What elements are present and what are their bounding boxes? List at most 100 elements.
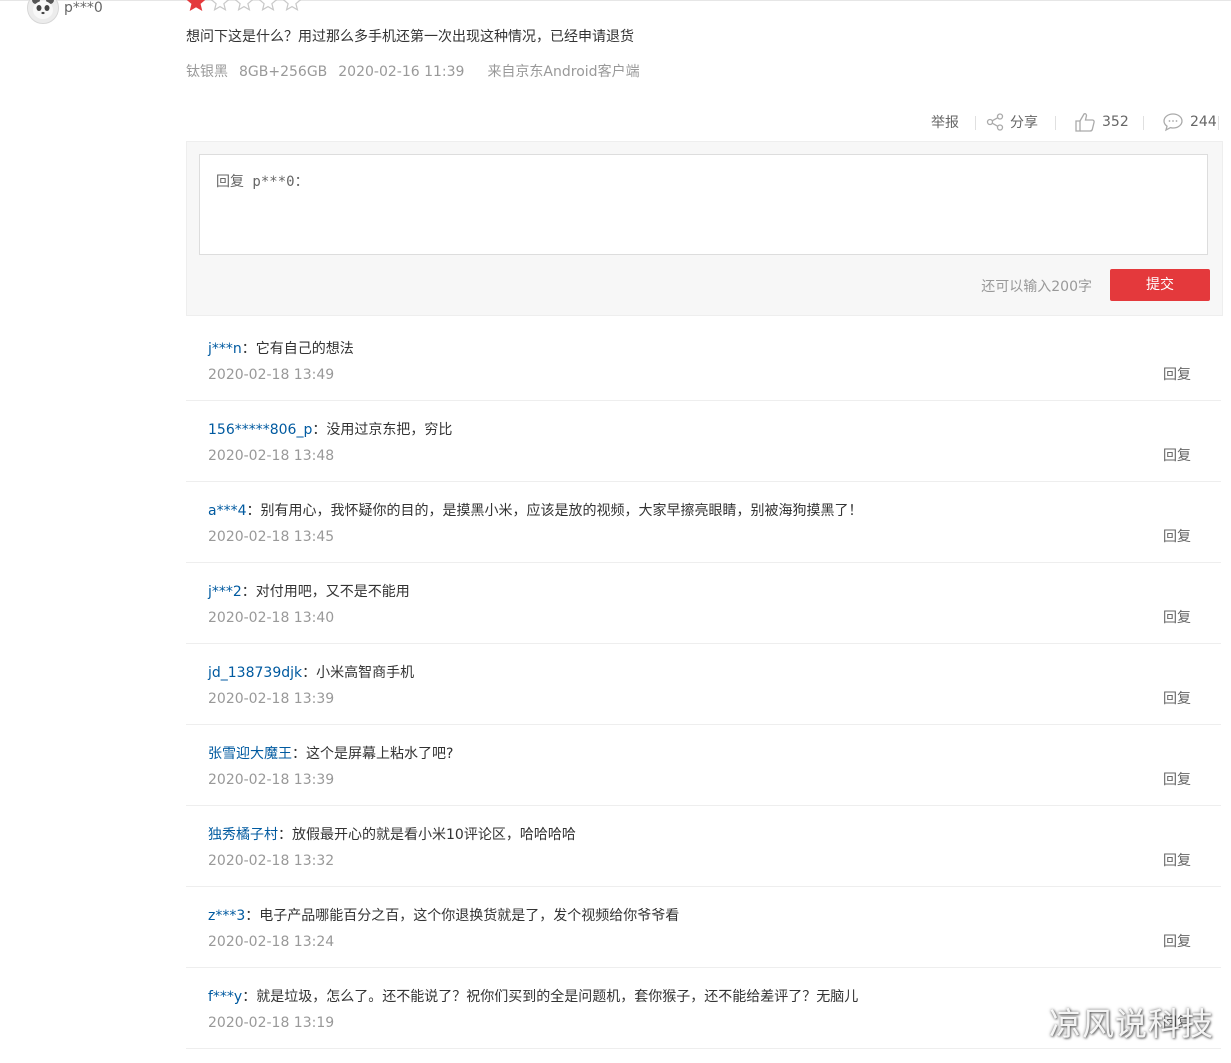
review-page: p***0 想问下这是什么？用过那么多手机还第一次出现这种情况，已经申请退货 钛…	[0, 0, 1231, 1063]
comment-reply-button[interactable]: 回复	[1163, 770, 1191, 790]
report-button[interactable]: 举报	[931, 108, 959, 136]
comment-row: 156*****806_p：没用过京东把，穷比 2020-02-18 13:48 回…	[186, 401, 1221, 482]
reply-panel: 回复 p***0： 还可以输入200字 提交	[186, 141, 1223, 316]
review-meta: 钛银黑 8GB+256GB 2020-02-16 11:39 来自京东Andro…	[186, 62, 651, 82]
comment-row: 张雪迎大魔王：这个是屏幕上粘水了吧? 2020-02-18 13:39 回复	[186, 725, 1221, 806]
comment-reply-button[interactable]: 回复	[1163, 851, 1191, 871]
colon-separator: ：	[278, 827, 292, 843]
comment-time: 2020-02-18 13:39	[208, 772, 335, 788]
comment-row: z***3：电子产品哪能百分之百，这个你退换货就是了，发个视频给你爷爷看 2020…	[186, 887, 1221, 968]
comment-row: 独秀橘子村：放假最开心的就是看小米10评论区，哈哈哈哈 2020-02-18 13…	[186, 806, 1221, 887]
comment-text: 这个是屏幕上粘水了吧?	[306, 746, 454, 762]
comment-reply-button[interactable]: 回复	[1163, 365, 1191, 385]
review-datetime: 2020-02-16 11:39	[338, 64, 465, 80]
reviewer-username: p***0	[64, 0, 103, 16]
comment-reply-button[interactable]: 回复	[1163, 446, 1191, 466]
comment-time: 2020-02-18 13:49	[208, 367, 335, 383]
colon-separator: ：	[241, 584, 256, 600]
comment-text: 电子产品哪能百分之百，这个你退换货就是了，发个视频给你爷爷看	[259, 908, 680, 924]
colon-separator: ：	[245, 908, 260, 924]
comment-button[interactable]: 244	[1162, 108, 1217, 136]
comment-username[interactable]: jd_138739djk	[208, 665, 302, 681]
star-empty-icon	[258, 0, 278, 12]
divider	[1055, 116, 1056, 130]
comment-text: 小米高智商手机	[316, 665, 415, 681]
like-button[interactable]: 352	[1074, 108, 1129, 136]
avatar[interactable]	[27, 0, 59, 24]
watermark: 凉风说科技	[1048, 1005, 1214, 1043]
comment-reply-button[interactable]: 回复	[1163, 689, 1191, 709]
share-label: 分享	[1010, 115, 1038, 131]
report-label: 举报	[931, 115, 959, 131]
share-icon	[986, 113, 1004, 131]
comment-username[interactable]: a***4	[208, 503, 247, 519]
comment-row: a***4：别有用心，我怀疑你的目的，是摸黑小米，应该是放的视频，大家早擦亮眼睛…	[186, 482, 1221, 563]
comment-count: 244	[1190, 114, 1217, 130]
comment-time: 2020-02-18 13:45	[208, 529, 335, 545]
comment-row: jd_138739djk：小米高智商手机 2020-02-18 13:39 回复	[186, 644, 1221, 725]
rating-stars	[186, 0, 306, 12]
product-color: 钛银黑	[186, 64, 228, 80]
comment-text: 就是垃圾，怎么了。还不能说了？祝你们买到的全是问题机，套你猴子，还不能给差评了？…	[256, 989, 859, 1005]
comment-time: 2020-02-18 13:39	[208, 691, 335, 707]
comment-bubble-icon	[1162, 112, 1184, 132]
comment-text: 对付用吧，又不是不能用	[255, 584, 410, 600]
review-actions: 举报 分享 352 244	[0, 108, 1231, 136]
comment-time: 2020-02-18 13:48	[208, 448, 335, 464]
reply-placeholder: 回复 p***0：	[216, 174, 309, 190]
product-spec: 8GB+256GB	[239, 64, 328, 80]
colon-separator: ：	[312, 422, 327, 438]
comment-username[interactable]: 独秀橘子村	[208, 827, 278, 843]
colon-separator: ：	[302, 665, 317, 681]
comment-line: 独秀橘子村：放假最开心的就是看小米10评论区，哈哈哈哈	[208, 825, 576, 845]
comment-time: 2020-02-18 13:19	[208, 1015, 335, 1031]
star-filled-icon	[186, 0, 206, 12]
review-source: 来自京东Android客户端	[487, 64, 640, 80]
comment-time: 2020-02-18 13:40	[208, 610, 335, 626]
comment-time: 2020-02-18 13:24	[208, 934, 335, 950]
comment-line: z***3：电子产品哪能百分之百，这个你退换货就是了，发个视频给你爷爷看	[208, 906, 679, 926]
comment-time: 2020-02-18 13:32	[208, 853, 335, 869]
char-count: 还可以输入200字	[981, 279, 1092, 295]
divider	[975, 116, 976, 130]
comment-username[interactable]: 156*****806_p	[208, 422, 312, 438]
comment-line: 156*****806_p：没用过京东把，穷比	[208, 420, 452, 440]
reply-textarea[interactable]: 回复 p***0：	[199, 154, 1208, 255]
comment-username[interactable]: j***2	[208, 584, 242, 600]
colon-separator: ：	[246, 503, 261, 519]
thumbs-up-icon	[1074, 112, 1096, 132]
comment-reply-button[interactable]: 回复	[1163, 932, 1191, 952]
top-divider	[0, 0, 1231, 1]
divider	[1218, 116, 1219, 130]
comment-line: j***2：对付用吧，又不是不能用	[208, 582, 410, 602]
comment-row: j***2：对付用吧，又不是不能用 2020-02-18 13:40 回复	[186, 563, 1221, 644]
comment-username[interactable]: f***y	[208, 989, 242, 1005]
comment-row: j***n：它有自己的想法 2020-02-18 13:49 回复	[186, 320, 1221, 401]
colon-separator: ：	[241, 341, 256, 357]
star-empty-icon	[210, 0, 230, 12]
comment-line: jd_138739djk：小米高智商手机	[208, 663, 414, 683]
comment-username[interactable]: j***n	[208, 341, 242, 357]
comment-reply-button[interactable]: 回复	[1163, 527, 1191, 547]
comment-text: 放假最开心的就是看小米10评论区，哈哈哈哈	[292, 827, 576, 843]
comment-text: 别有用心，我怀疑你的目的，是摸黑小米，应该是放的视频，大家早擦亮眼睛，别被海狗摸…	[260, 503, 863, 519]
comment-line: j***n：它有自己的想法	[208, 339, 354, 359]
panda-avatar-icon	[28, 0, 58, 23]
review-text: 想问下这是什么？用过那么多手机还第一次出现这种情况，已经申请退货	[186, 29, 634, 45]
star-empty-icon	[234, 0, 254, 12]
share-button[interactable]: 分享	[986, 108, 1038, 136]
comment-text: 没用过京东把，穷比	[326, 422, 453, 438]
comment-username[interactable]: z***3	[208, 908, 245, 924]
comment-line: f***y：就是垃圾，怎么了。还不能说了？祝你们买到的全是问题机，套你猴子，还不…	[208, 987, 858, 1007]
colon-separator: ：	[292, 746, 306, 762]
comment-reply-button[interactable]: 回复	[1163, 608, 1191, 628]
comment-text: 它有自己的想法	[255, 341, 354, 357]
star-empty-icon	[282, 0, 302, 12]
submit-button[interactable]: 提交	[1110, 269, 1210, 301]
like-count: 352	[1102, 114, 1129, 130]
comment-line: 张雪迎大魔王：这个是屏幕上粘水了吧?	[208, 744, 453, 764]
comment-username[interactable]: 张雪迎大魔王	[208, 746, 292, 762]
divider	[1143, 116, 1144, 130]
comment-list: j***n：它有自己的想法 2020-02-18 13:49 回复 156*****8…	[186, 320, 1221, 1049]
comment-line: a***4：别有用心，我怀疑你的目的，是摸黑小米，应该是放的视频，大家早擦亮眼睛…	[208, 501, 863, 521]
